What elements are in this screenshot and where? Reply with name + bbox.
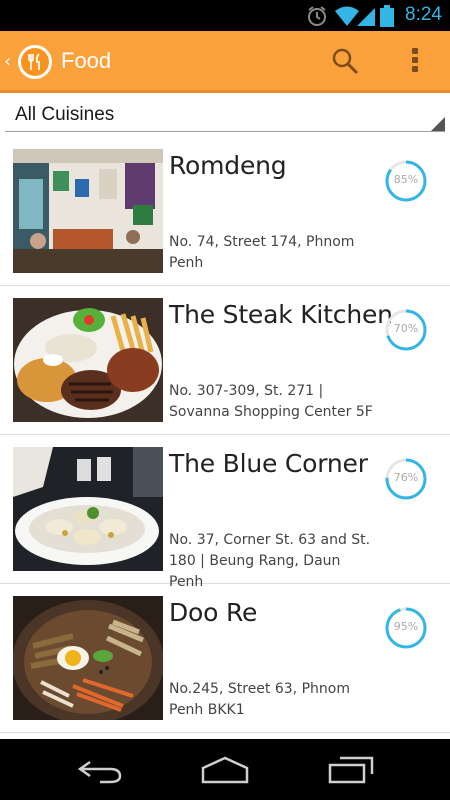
- fork-knife-logo-icon[interactable]: [18, 45, 52, 79]
- back-icon[interactable]: [76, 756, 124, 784]
- rating-ring: 70%: [384, 308, 428, 352]
- restaurant-name: The Blue Corner: [169, 449, 368, 478]
- restaurant-photo: [13, 298, 163, 422]
- rating-label: 95%: [393, 620, 419, 633]
- alarm-icon: [308, 6, 326, 26]
- restaurant-photo: [13, 447, 163, 571]
- restaurant-photo: [13, 596, 163, 720]
- list-item[interactable]: The Blue Corner No. 37, Corner St. 63 an…: [0, 435, 450, 590]
- restaurant-address: No. 307-309, St. 271 | Sovanna Shopping …: [169, 383, 373, 420]
- search-icon[interactable]: [330, 46, 360, 76]
- list-item[interactable]: The Steak Kitchen No. 307-309, St. 271 |…: [0, 286, 450, 435]
- dropdown-arrow-icon: [431, 117, 445, 131]
- overflow-menu-icon[interactable]: [405, 45, 425, 77]
- restaurant-name: The Steak Kitchen: [169, 300, 393, 329]
- up-caret-icon[interactable]: ‹: [4, 51, 11, 72]
- rating-label: 70%: [393, 322, 419, 335]
- navigation-bar: [0, 739, 450, 800]
- recent-apps-icon[interactable]: [328, 756, 374, 784]
- signal-icon: [357, 8, 375, 26]
- clock: 8:24: [405, 4, 442, 25]
- rating-ring: 85%: [384, 159, 428, 203]
- rating-ring: 95%: [384, 606, 428, 650]
- status-bar: 8:24: [0, 0, 450, 31]
- battery-icon: [380, 5, 394, 27]
- cuisine-filter-value: All Cuisines: [15, 104, 115, 125]
- list-item[interactable]: Romdeng No. 74, Street 174, Phnom Penh 8…: [0, 137, 450, 286]
- restaurant-name: Doo Re: [169, 598, 258, 627]
- restaurant-name: Romdeng: [169, 151, 287, 180]
- rating-label: 85%: [393, 173, 419, 186]
- restaurant-list: Romdeng No. 74, Street 174, Phnom Penh 8…: [0, 137, 450, 733]
- cuisine-filter-dropdown[interactable]: All Cuisines: [5, 95, 445, 132]
- restaurant-photo: [13, 149, 163, 273]
- rating-ring: 76%: [384, 457, 428, 501]
- home-icon[interactable]: [200, 756, 250, 784]
- action-bar: ‹ Food: [0, 31, 450, 93]
- page-title: Food: [61, 48, 112, 73]
- rating-label: 76%: [393, 471, 419, 484]
- restaurant-address: No.245, Street 63, Phnom Penh BKK1: [169, 681, 350, 718]
- list-item[interactable]: Doo Re No.245, Street 63, Phnom Penh BKK…: [0, 584, 450, 733]
- restaurant-address: No. 74, Street 174, Phnom Penh: [169, 234, 355, 271]
